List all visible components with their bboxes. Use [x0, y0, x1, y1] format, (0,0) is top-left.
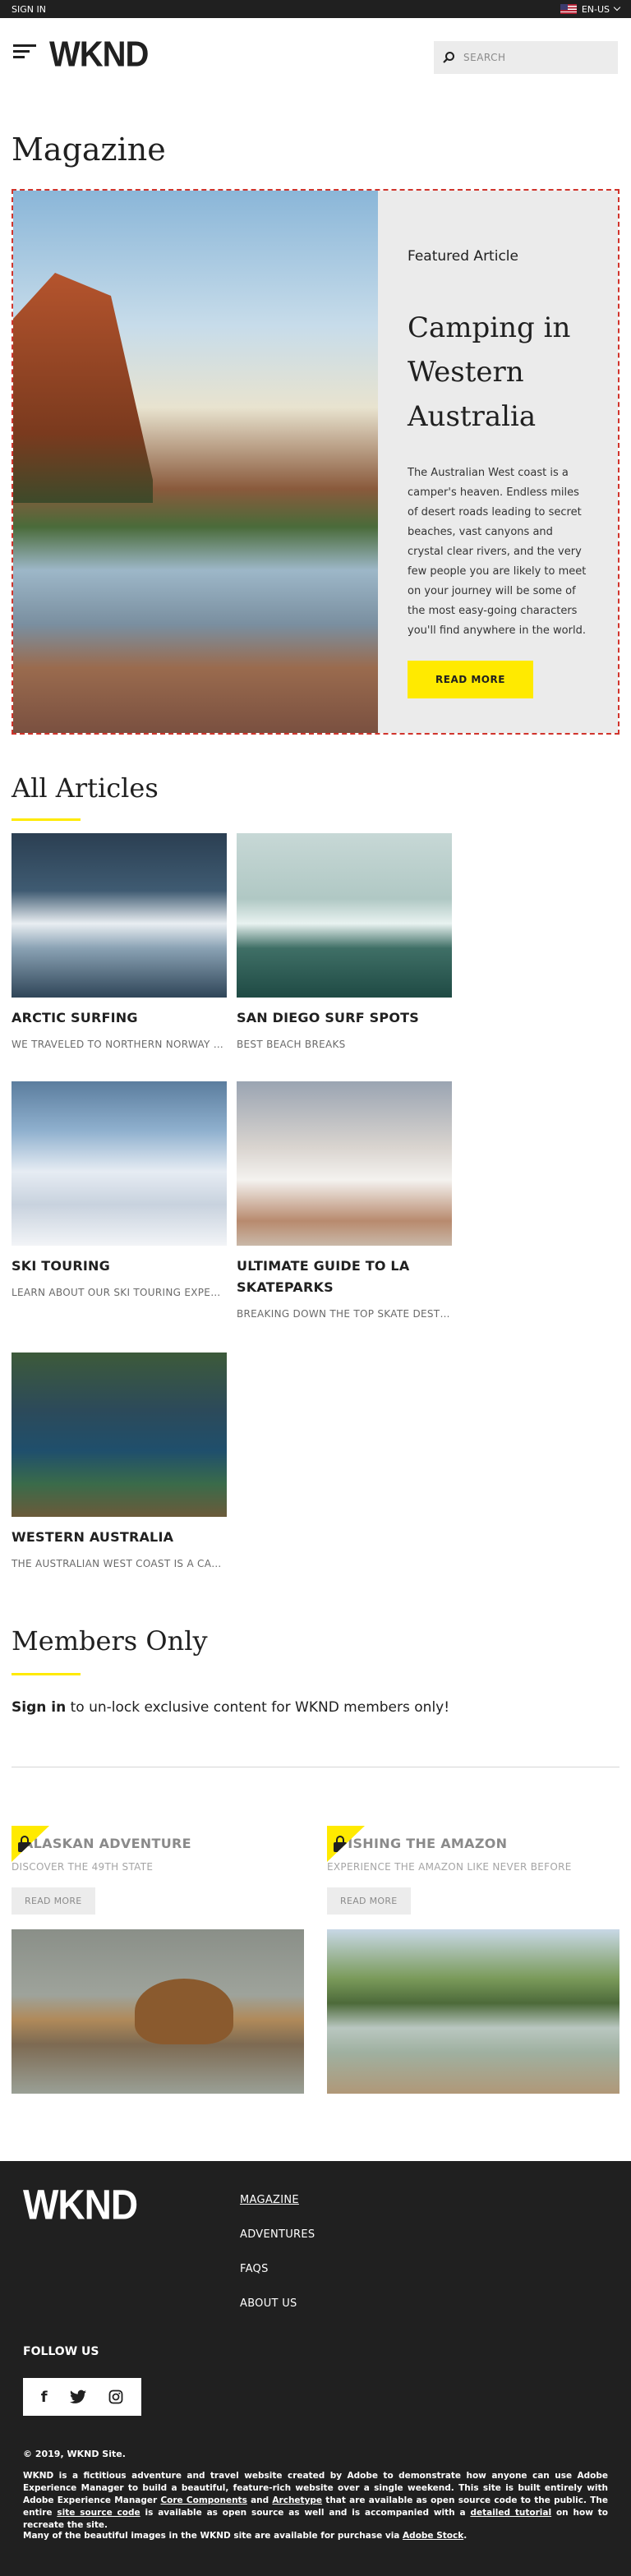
read-more-button[interactable]: READ MORE	[12, 1887, 95, 1915]
footer-text: is available as open source as well and …	[140, 2508, 471, 2518]
image-credit: Many of the beautiful images in the WKND…	[23, 2531, 467, 2541]
members-only-title: Members Only	[12, 1625, 208, 1657]
locked-article-subtitle: DISCOVER THE 49TH STATE	[12, 1861, 154, 1873]
locked-article[interactable]: FISHING THE AMAZON EXPERIENCE THE AMAZON…	[327, 1826, 619, 2094]
locked-article[interactable]: ALASKAN ADVENTURE DISCOVER THE 49TH STAT…	[12, 1826, 304, 2094]
footer-logo[interactable]: WKND	[23, 2180, 138, 2228]
section-underline	[12, 818, 81, 821]
article-title[interactable]: ULTIMATE GUIDE TO LA SKATEPARKS	[237, 1256, 452, 1298]
us-flag-icon	[560, 4, 577, 14]
adobe-stock-link[interactable]: Adobe Stock	[403, 2531, 463, 2541]
site-footer: WKND MAGAZINE ADVENTURES FAQS ABOUT US F…	[0, 2161, 631, 2576]
footer-nav-about-us[interactable]: ABOUT US	[240, 2297, 315, 2310]
article-title[interactable]: SAN DIEGO SURF SPOTS	[237, 1007, 452, 1029]
sign-in-link[interactable]: Sign in	[12, 1699, 66, 1716]
footer-nav-adventures[interactable]: ADVENTURES	[240, 2228, 315, 2241]
detailed-tutorial-link[interactable]: detailed tutorial	[470, 2508, 551, 2518]
footer-nav-magazine[interactable]: MAGAZINE	[240, 2194, 315, 2206]
article-description: BREAKING DOWN THE TOP SKATE DESTINATIONS	[237, 1308, 452, 1320]
instagram-icon[interactable]	[108, 2389, 123, 2404]
article-card[interactable]: WESTERN AUSTRALIA THE AUSTRALIAN WEST CO…	[12, 1353, 227, 1569]
featured-label: Featured Article	[408, 248, 518, 265]
river-image[interactable]	[327, 1929, 619, 2094]
bear-image[interactable]	[12, 1929, 304, 2094]
chevron-down-icon	[613, 3, 621, 12]
follow-us-heading: FOLLOW US	[23, 2345, 99, 2358]
read-more-button[interactable]: READ MORE	[408, 661, 533, 698]
site-header: WKND	[0, 18, 631, 100]
search-box[interactable]	[434, 41, 618, 74]
featured-text-panel: Featured Article Camping in Western Aust…	[378, 191, 618, 733]
locked-article-subtitle: EXPERIENCE THE AMAZON LIKE NEVER BEFORE	[327, 1861, 572, 1873]
locked-article-title[interactable]: FISHING THE AMAZON	[327, 1826, 619, 1851]
section-underline	[12, 1673, 81, 1675]
twitter-icon[interactable]	[69, 2389, 86, 2404]
search-icon	[443, 52, 454, 63]
page-title: Magazine	[12, 131, 166, 168]
featured-image	[13, 191, 378, 733]
credit-text: Many of the beautiful images in the WKND…	[23, 2531, 403, 2541]
site-source-code-link[interactable]: site source code	[57, 2508, 140, 2518]
read-more-button[interactable]: READ MORE	[327, 1887, 411, 1915]
featured-description: The Australian West coast is a camper's …	[408, 467, 587, 637]
article-image[interactable]	[237, 1081, 452, 1246]
article-card[interactable]: SKI TOURING LEARN ABOUT OUR SKI TOURING …	[12, 1081, 227, 1298]
site-logo[interactable]: WKND	[49, 35, 149, 76]
core-components-link[interactable]: Core Components	[160, 2495, 246, 2505]
article-image[interactable]	[237, 833, 452, 998]
featured-article: Featured Article Camping in Western Aust…	[12, 189, 619, 735]
featured-title: Camping in Western Australia	[408, 311, 571, 433]
article-description: WE TRAVELED TO NORTHERN NORWAY TO SURF	[12, 1039, 227, 1050]
credit-text: .	[463, 2531, 467, 2541]
footer-text: and	[246, 2495, 273, 2505]
locked-article-title[interactable]: ALASKAN ADVENTURE	[12, 1826, 304, 1851]
article-title[interactable]: ARCTIC SURFING	[12, 1007, 227, 1029]
footer-nav-faqs[interactable]: FAQS	[240, 2263, 315, 2275]
footer-nav: MAGAZINE ADVENTURES FAQS ABOUT US	[240, 2194, 315, 2332]
menu-icon[interactable]	[13, 43, 38, 61]
language-selector[interactable]: EN-US	[560, 3, 621, 15]
utility-bar: SIGN IN EN-US	[0, 0, 631, 18]
language-label: EN-US	[581, 3, 610, 15]
article-description: BEST BEACH BREAKS	[237, 1039, 346, 1050]
facebook-icon[interactable]: f	[41, 2389, 48, 2406]
article-image[interactable]	[12, 1081, 227, 1246]
article-description: THE AUSTRALIAN WEST COAST IS A CAMPER'S …	[12, 1558, 227, 1569]
article-image[interactable]	[12, 1353, 227, 1517]
members-text: to un-lock exclusive content for WKND me…	[66, 1699, 450, 1716]
copyright: © 2019, WKND Site.	[23, 2449, 126, 2459]
archetype-link[interactable]: Archetype	[272, 2495, 322, 2505]
members-message: Sign in to un-lock exclusive content for…	[12, 1699, 449, 1716]
footer-description: WKND is a fictitious adventure and trave…	[23, 2470, 608, 2532]
social-links: f	[23, 2378, 141, 2416]
all-articles-title: All Articles	[12, 772, 159, 804]
article-card[interactable]: ULTIMATE GUIDE TO LA SKATEPARKS BREAKING…	[237, 1081, 452, 1320]
article-image[interactable]	[12, 833, 227, 998]
article-title[interactable]: WESTERN AUSTRALIA	[12, 1527, 227, 1548]
sign-in-link[interactable]: SIGN IN	[12, 4, 46, 15]
article-title[interactable]: SKI TOURING	[12, 1256, 227, 1277]
article-card[interactable]: SAN DIEGO SURF SPOTS BEST BEACH BREAKS	[237, 833, 452, 1050]
search-input[interactable]	[463, 52, 611, 63]
article-card[interactable]: ARCTIC SURFING WE TRAVELED TO NORTHERN N…	[12, 833, 227, 1050]
article-description: LEARN ABOUT OUR SKI TOURING EXPERIENCE	[12, 1287, 227, 1298]
